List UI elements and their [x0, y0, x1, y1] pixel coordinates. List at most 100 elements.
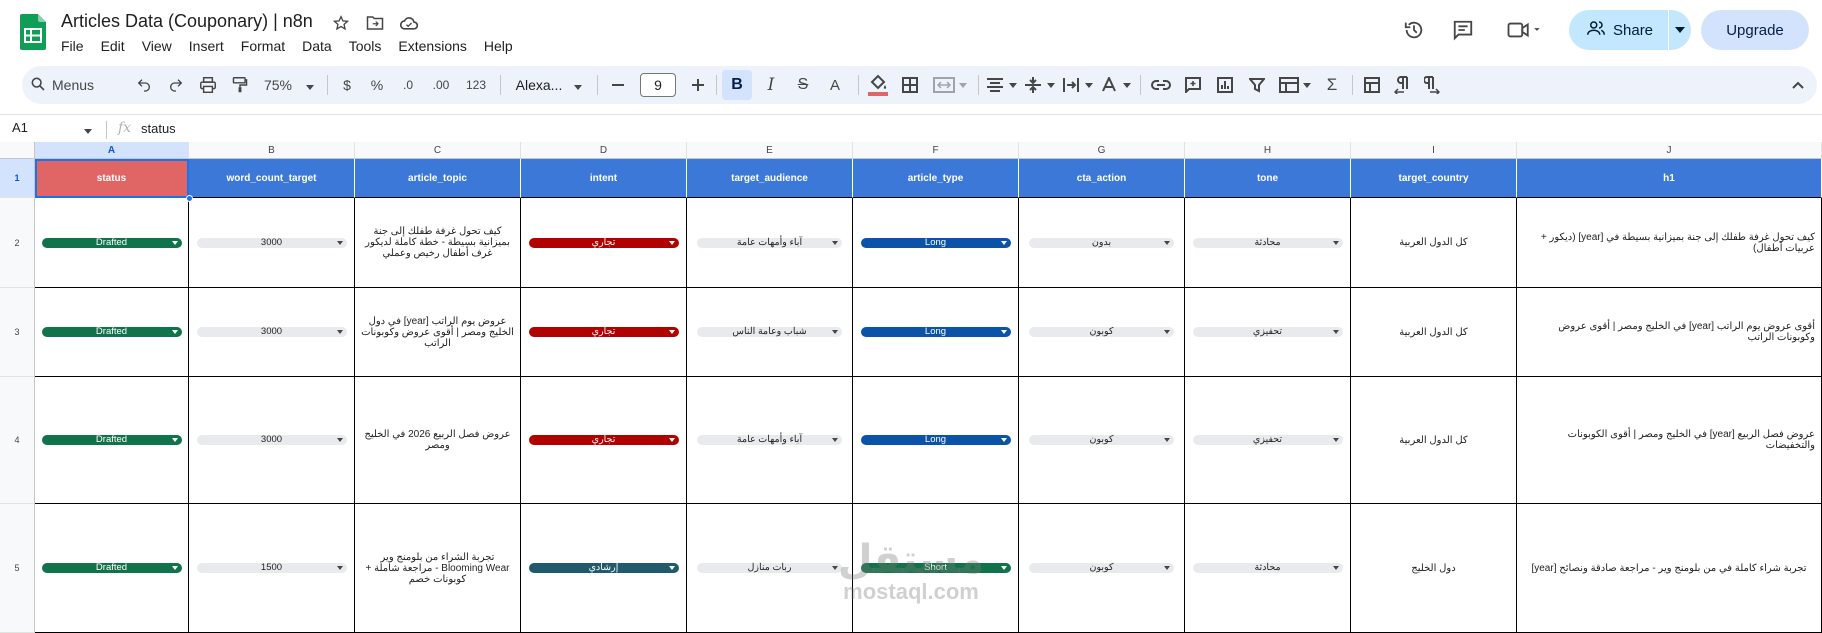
header-cell-target-country[interactable]: target_country	[1351, 159, 1517, 198]
cell-intent[interactable]: تجاري	[521, 377, 687, 504]
cell-target-audience[interactable]: آباء وأمهات عامة	[687, 377, 853, 504]
header-cell-cta-action[interactable]: cta_action	[1019, 159, 1185, 198]
row-header-5[interactable]: 5	[0, 504, 35, 633]
fill-handle[interactable]	[186, 195, 193, 202]
collapse-menus-icon[interactable]	[1784, 66, 1812, 104]
row-header-3[interactable]: 3	[0, 288, 35, 377]
column-header-b[interactable]: B	[189, 142, 355, 159]
table-icon[interactable]	[1358, 66, 1386, 104]
cell-intent[interactable]: تجاري	[521, 198, 687, 288]
menu-format[interactable]: Format	[232, 36, 293, 56]
header-cell-target-audience[interactable]: target_audience	[687, 159, 853, 198]
cell-cta-action[interactable]: كوبون	[1019, 288, 1185, 377]
cell-target-audience[interactable]: آباء وأمهات عامة	[687, 198, 853, 288]
cell-h1[interactable]: تجربة شراء كاملة في من بلومنج وير - مراج…	[1517, 504, 1822, 633]
cell-cta-action[interactable]: كوبون	[1019, 504, 1185, 633]
cell-status[interactable]: Drafted	[35, 377, 189, 504]
article-type-dropdown-chip[interactable]: Long	[860, 237, 1011, 248]
italic-icon[interactable]: I	[756, 66, 786, 104]
cell-h1[interactable]: عروض فصل الربيع [year] في الخليج ومصر | …	[1517, 377, 1822, 504]
cell-target-country[interactable]: كل الدول العربية	[1351, 198, 1517, 288]
header-cell-article-type[interactable]: article_type	[853, 159, 1019, 198]
cell-target-audience[interactable]: ربات منازل	[687, 504, 853, 633]
header-cell-article-topic[interactable]: article_topic	[355, 159, 521, 198]
tone-dropdown-chip[interactable]: محادثة	[1192, 563, 1343, 573]
document-title[interactable]: Articles Data (Couponary) | n8n	[61, 11, 313, 32]
status-dropdown-chip[interactable]: Drafted	[41, 563, 182, 573]
percent-format-button[interactable]: %	[364, 66, 390, 104]
column-header-e[interactable]: E	[687, 142, 853, 159]
cell-status[interactable]: Drafted	[35, 504, 189, 633]
font-size-input[interactable]: 9	[640, 73, 676, 97]
column-header-a[interactable]: A	[35, 142, 189, 159]
cell-article-topic[interactable]: كيف تحول غرفة طفلك إلى جنة بميزانية بسيط…	[355, 198, 521, 288]
increase-font-size-icon[interactable]	[686, 66, 710, 104]
font-select[interactable]: Alexa...	[508, 66, 590, 104]
menu-file[interactable]: File	[52, 36, 92, 56]
cta-action-dropdown-chip[interactable]: كوبون	[1029, 563, 1174, 573]
cell-article-type[interactable]: Long	[853, 288, 1019, 377]
cell-tone[interactable]: محادثة	[1185, 504, 1351, 633]
horizontal-align-icon[interactable]	[984, 66, 1020, 104]
tone-dropdown-chip[interactable]: تحفيزي	[1192, 435, 1343, 445]
cell-tone[interactable]: تحفيزي	[1185, 288, 1351, 377]
cell-h1[interactable]: أقوى عروض يوم الراتب [year] في الخليج وم…	[1517, 288, 1822, 377]
strikethrough-icon[interactable]: S	[788, 66, 818, 104]
increase-decimal-button[interactable]: .00	[426, 66, 456, 104]
fill-color-icon[interactable]	[864, 66, 892, 104]
cell-intent[interactable]: إرشادي	[521, 504, 687, 633]
cell-cta-action[interactable]: كوبون	[1019, 377, 1185, 504]
paint-format-icon[interactable]	[226, 66, 254, 104]
move-folder-icon[interactable]	[364, 12, 386, 34]
meet-video-icon[interactable]	[1503, 16, 1547, 44]
cell-word-count-target[interactable]: 3000	[189, 377, 355, 504]
column-header-j[interactable]: J	[1517, 142, 1822, 159]
word-count-target-dropdown-chip[interactable]: 3000	[196, 237, 347, 248]
menu-extensions[interactable]: Extensions	[389, 36, 474, 56]
target-audience-dropdown-chip[interactable]: آباء وأمهات عامة	[697, 435, 842, 445]
intent-dropdown-chip[interactable]: تجاري	[528, 327, 679, 337]
select-all-corner[interactable]	[0, 142, 35, 159]
word-count-target-dropdown-chip[interactable]: 3000	[196, 435, 347, 445]
share-dropdown-icon[interactable]	[1669, 10, 1691, 50]
cell-word-count-target[interactable]: 1500	[189, 504, 355, 633]
borders-icon[interactable]	[896, 66, 924, 104]
header-cell-status[interactable]: status	[35, 159, 189, 198]
currency-format-button[interactable]: $	[334, 66, 360, 104]
status-dropdown-chip[interactable]: Drafted	[41, 237, 182, 248]
header-cell-h1[interactable]: h1	[1517, 159, 1822, 198]
target-audience-dropdown-chip[interactable]: شباب وعامة الناس	[697, 327, 842, 337]
undo-icon[interactable]	[130, 66, 158, 104]
cell-article-topic[interactable]: عروض يوم الراتب [year] في دول الخليج ومص…	[355, 288, 521, 377]
cell-word-count-target[interactable]: 3000	[189, 288, 355, 377]
star-icon[interactable]	[330, 12, 352, 34]
status-dropdown-chip[interactable]: Drafted	[41, 327, 182, 337]
cta-action-dropdown-chip[interactable]: كوبون	[1029, 435, 1174, 445]
filter-icon[interactable]	[1242, 66, 1272, 104]
menu-help[interactable]: Help	[475, 36, 521, 56]
text-rotation-icon[interactable]	[1098, 66, 1134, 104]
bold-icon[interactable]: B	[722, 70, 752, 100]
status-dropdown-chip[interactable]: Drafted	[41, 435, 182, 445]
row-header-1[interactable]: 1	[0, 159, 35, 198]
column-header-i[interactable]: I	[1351, 142, 1517, 159]
insert-comment-icon[interactable]	[1178, 66, 1208, 104]
cell-target-country[interactable]: كل الدول العربية	[1351, 377, 1517, 504]
cell-intent[interactable]: تجاري	[521, 288, 687, 377]
text-wrapping-icon[interactable]	[1060, 66, 1096, 104]
redo-icon[interactable]	[162, 66, 190, 104]
text-color-icon[interactable]: A	[820, 66, 850, 104]
menu-insert[interactable]: Insert	[180, 36, 232, 56]
cell-article-type[interactable]: Long	[853, 198, 1019, 288]
column-header-h[interactable]: H	[1185, 142, 1351, 159]
left-to-right-icon[interactable]	[1418, 66, 1446, 104]
name-box[interactable]: A1	[12, 120, 28, 135]
article-type-dropdown-chip[interactable]: Short	[860, 563, 1011, 573]
menu-view[interactable]: View	[133, 36, 180, 56]
intent-dropdown-chip[interactable]: تجاري	[528, 237, 679, 248]
target-audience-dropdown-chip[interactable]: آباء وأمهات عامة	[697, 237, 842, 248]
cell-target-audience[interactable]: شباب وعامة الناس	[687, 288, 853, 377]
upgrade-button[interactable]: Upgrade	[1701, 10, 1809, 50]
share-button[interactable]: Share	[1569, 10, 1691, 50]
zoom-select[interactable]: 75%	[258, 66, 320, 104]
